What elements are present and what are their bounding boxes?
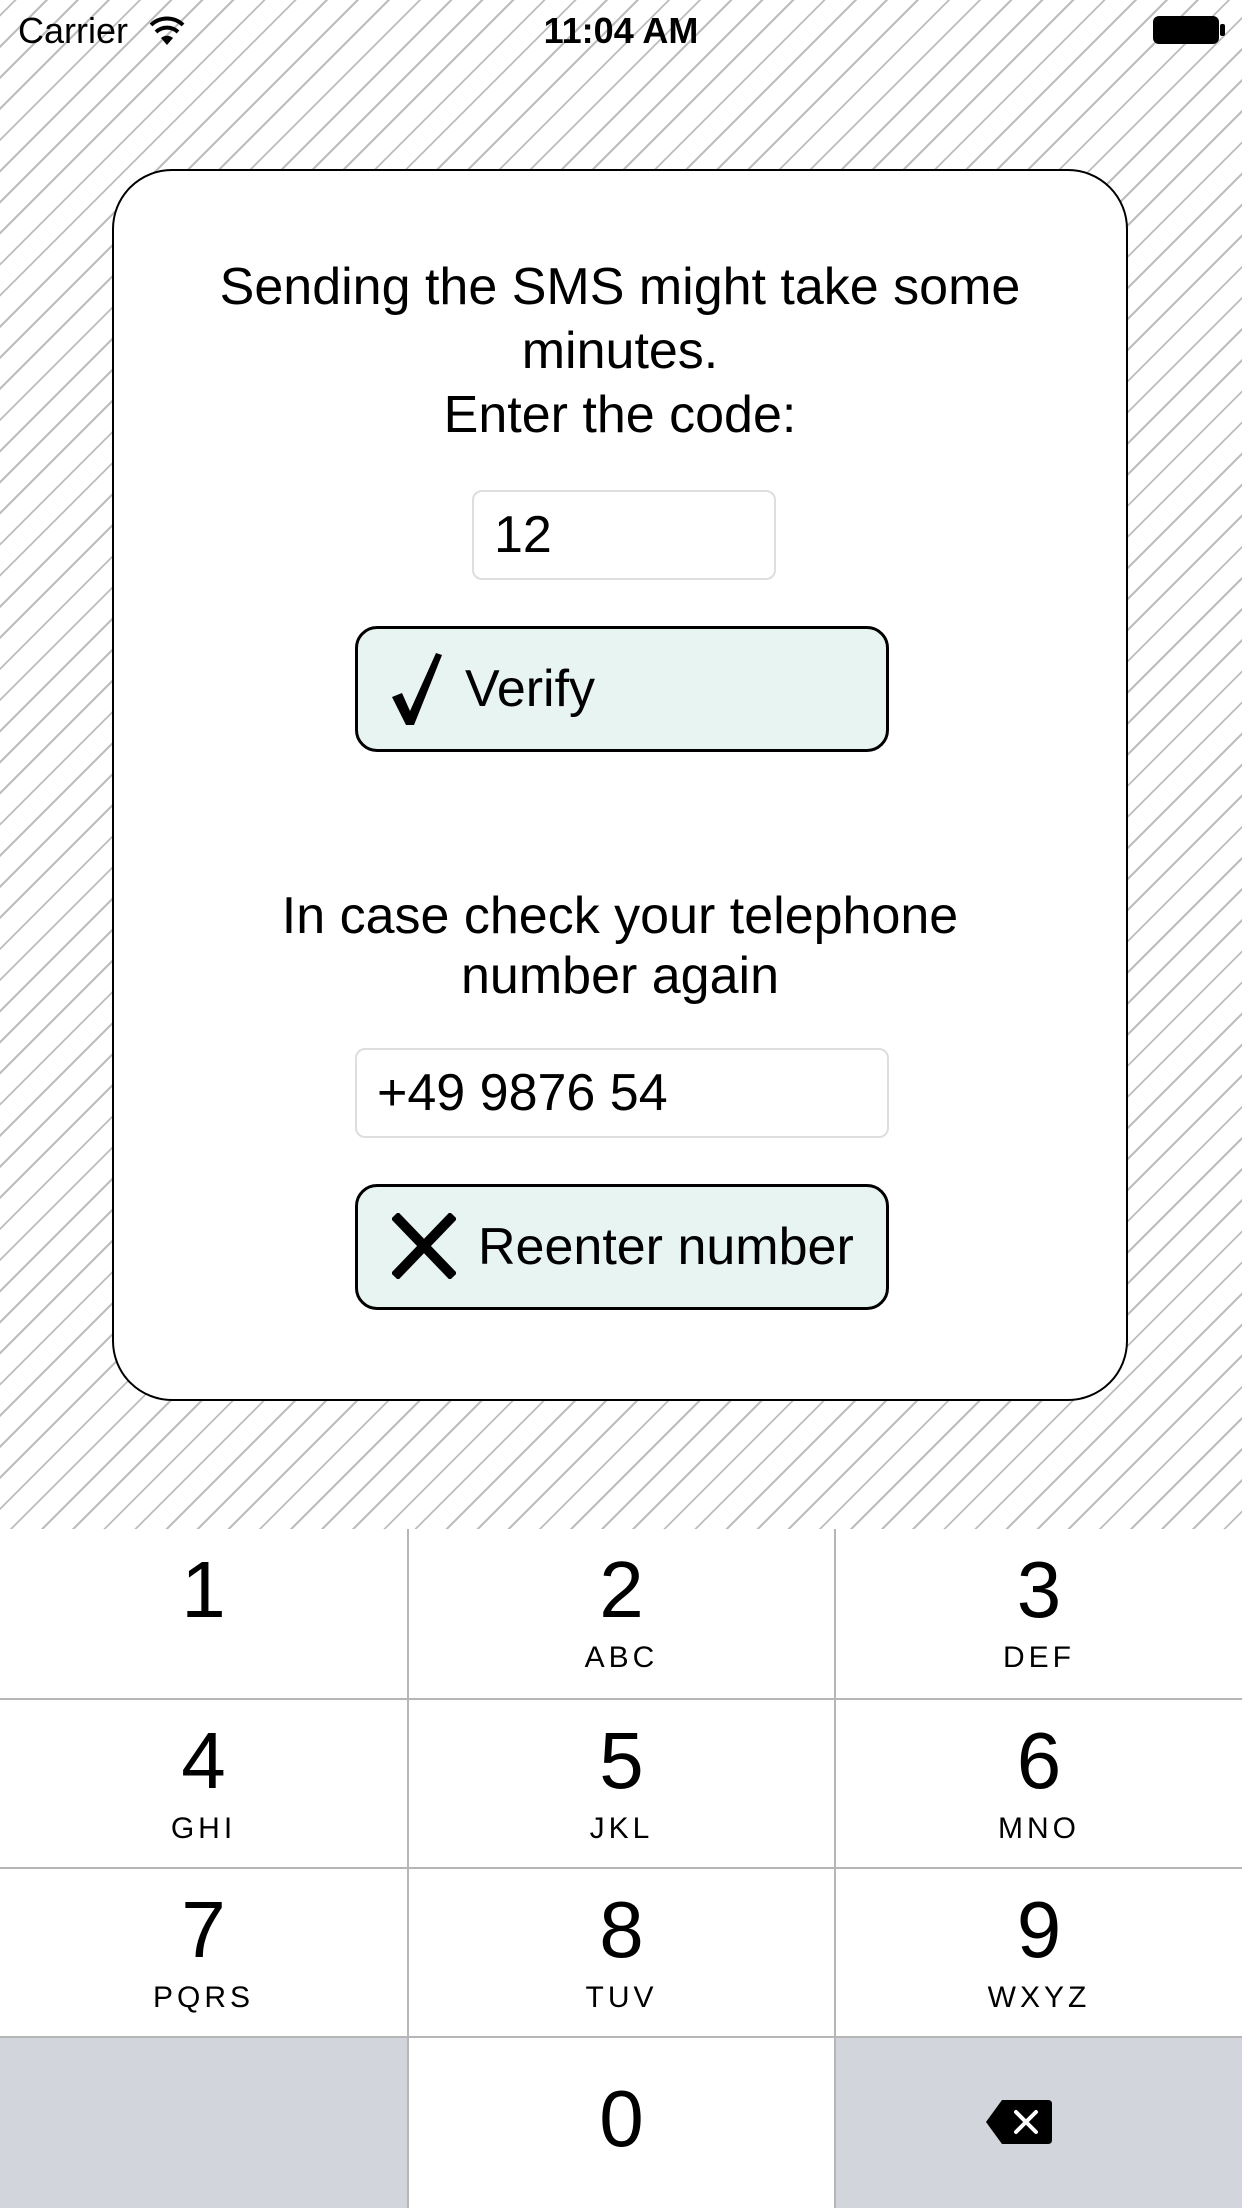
key-letters: GHI [170, 1812, 237, 1845]
keypad-divider [0, 2036, 1242, 2038]
key-letters: DEF [1003, 1641, 1075, 1674]
key-letters: MNO [998, 1812, 1080, 1845]
phone-number-input[interactable]: +49 9876 54 [355, 1048, 889, 1138]
checkmark-icon [392, 653, 442, 725]
key-4[interactable]: 4 GHI [0, 1700, 407, 1867]
close-icon [392, 1213, 456, 1279]
delete-key[interactable] [836, 2038, 1242, 2208]
key-digit: 2 [599, 1545, 644, 1634]
key-blank [0, 2038, 407, 2208]
code-input[interactable]: 12 [472, 490, 776, 580]
key-digit: 8 [599, 1885, 644, 1974]
key-9[interactable]: 9 WXYZ [836, 1869, 1242, 2036]
reenter-number-button[interactable]: Reenter number [355, 1184, 889, 1310]
key-letters: TUV [585, 1981, 658, 2014]
key-letters: JKL [589, 1812, 654, 1845]
key-3[interactable]: 3 DEF [836, 1529, 1242, 1698]
key-2[interactable]: 2 ABC [409, 1529, 834, 1698]
key-5[interactable]: 5 JKL [409, 1700, 834, 1867]
key-digit: 1 [181, 1545, 226, 1634]
key-6[interactable]: 6 MNO [836, 1700, 1242, 1867]
key-digit: 7 [181, 1885, 226, 1974]
key-letters: ABC [584, 1641, 659, 1674]
key-1[interactable]: 1 [0, 1529, 407, 1698]
verify-button[interactable]: Verify [355, 626, 889, 752]
numeric-keypad: 1 2 ABC 3 DEF 4 GHI 5 JKL 6 MNO 7 PQRS 8… [0, 1529, 1242, 2208]
status-time: 11:04 AM [543, 10, 699, 51]
sms-message: Sending the SMS might take some minutes.… [219, 258, 1021, 444]
key-8[interactable]: 8 TUV [409, 1869, 834, 2036]
battery-icon [1153, 16, 1225, 44]
key-digit: 6 [1016, 1716, 1062, 1805]
key-digit: 0 [599, 2074, 644, 2163]
key-letters: PQRS [152, 1981, 255, 2014]
keypad-divider [407, 1529, 409, 2208]
key-digit: 9 [1016, 1885, 1062, 1974]
verification-card: Sending the SMS might take some minutes.… [112, 169, 1128, 1401]
check-number-hint: In case check your telephone number agai… [281, 887, 959, 1005]
reenter-button-label: Reenter number [478, 1218, 854, 1276]
backspace-icon [986, 2100, 1052, 2144]
key-0[interactable]: 0 [409, 2038, 834, 2208]
key-7[interactable]: 7 PQRS [0, 1869, 407, 2036]
keypad-divider [834, 1529, 836, 2208]
keypad-divider [0, 1698, 1242, 1700]
status-bar: Carrier 11:04 AM [0, 0, 1242, 62]
verify-button-label: Verify [465, 660, 596, 718]
key-letters: WXYZ [987, 1981, 1091, 2014]
key-digit: 5 [599, 1716, 644, 1805]
keypad-divider [0, 1867, 1242, 1869]
key-digit: 4 [181, 1716, 226, 1805]
key-digit: 3 [1016, 1545, 1062, 1634]
